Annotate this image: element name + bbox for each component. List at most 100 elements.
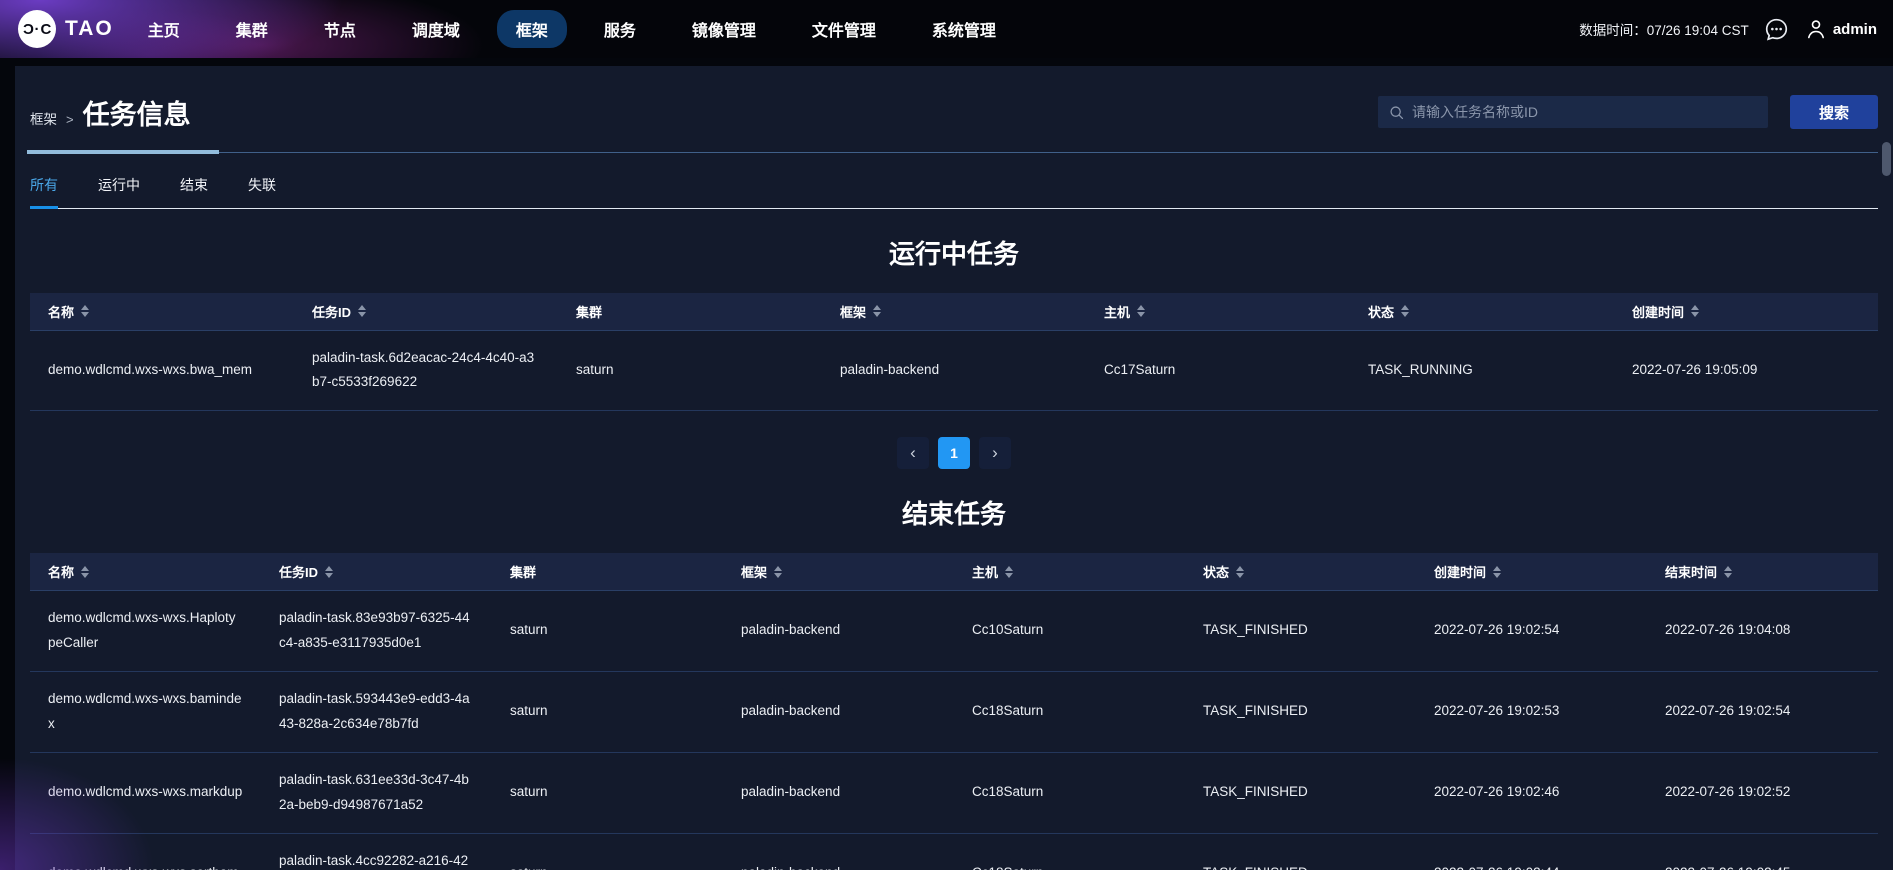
col-header-host[interactable]: 主机 (1086, 293, 1350, 330)
nav-item-file-mgmt[interactable]: 文件管理 (812, 17, 876, 41)
search-box (1378, 96, 1768, 128)
cell-cluster: saturn (558, 329, 822, 412)
sort-icon[interactable] (1691, 305, 1700, 318)
nav-item-node[interactable]: 节点 (324, 17, 356, 41)
cell-name: demo.wdlcmd.wxs-wxs.sortbam (30, 833, 261, 870)
cell-host: Cc17Saturn (1086, 329, 1350, 412)
sort-icon[interactable] (1137, 305, 1146, 318)
sort-icon[interactable] (1401, 305, 1410, 318)
col-header-name[interactable]: 名称 (30, 553, 261, 591)
search-button[interactable]: 搜索 (1790, 95, 1878, 129)
col-header-task-id[interactable]: 任务ID (294, 293, 558, 330)
cell-task-id: paladin-task.83e93b97-6325-44c4-a835-e31… (261, 589, 492, 672)
col-header-ended[interactable]: 结束时间 (1647, 553, 1878, 591)
cell-host: Cc18Saturn (954, 833, 1185, 870)
tab-running[interactable]: 运行中 (98, 169, 140, 208)
search-input[interactable] (1412, 104, 1758, 120)
nav-item-image-mgmt[interactable]: 镜像管理 (692, 17, 756, 41)
col-header-name[interactable]: 名称 (30, 293, 294, 330)
cell-created: 2022-07-26 19:02:46 (1416, 752, 1647, 834)
cell-cluster: saturn (492, 752, 723, 834)
sort-icon[interactable] (873, 305, 882, 318)
finished-tasks-title: 结束任务 (901, 499, 1006, 530)
data-time-label: 数据时间： (1579, 23, 1647, 38)
col-header-created[interactable]: 创建时间 (1416, 553, 1647, 591)
breadcrumb-separator: > (66, 112, 74, 127)
data-time: 数据时间：07/26 19:04 CST (1579, 19, 1749, 39)
sort-icon[interactable] (1724, 565, 1733, 578)
content-panel: 框架 > 任务信息 搜索 所有 运行中 结束 失联 运行中任务 (15, 66, 1893, 870)
main-nav: 主页 集群 节点 调度域 框架 服务 镜像管理 文件管理 系统管理 (148, 10, 996, 48)
col-header-created[interactable]: 创建时间 (1614, 293, 1878, 330)
cell-cluster: saturn (492, 833, 723, 870)
user-icon (1807, 20, 1824, 39)
title-underline-highlight (27, 150, 219, 154)
nav-item-cluster[interactable]: 集群 (236, 17, 268, 41)
nav-item-service[interactable]: 服务 (604, 17, 636, 41)
logo-text: TAO (65, 17, 114, 40)
cell-host: Cc18Saturn (954, 752, 1185, 834)
cell-status: TASK_RUNNING (1350, 329, 1614, 412)
col-header-framework[interactable]: 框架 (723, 553, 954, 591)
cell-created: 2022-07-26 19:02:54 (1416, 589, 1647, 672)
col-header-status[interactable]: 状态 (1350, 293, 1614, 330)
cell-name: demo.wdlcmd.wxs-wxs.markdup (30, 752, 261, 834)
search-area: 搜索 (1378, 95, 1878, 129)
table-row[interactable]: demo.wdlcmd.wxs-wxs.HaplotypeCaller pala… (30, 589, 1878, 672)
cell-ended: 2022-07-26 19:02:54 (1647, 671, 1878, 753)
table-row[interactable]: demo.wdlcmd.wxs-wxs.bamindex paladin-tas… (30, 671, 1878, 753)
cell-status: TASK_FINISHED (1185, 833, 1416, 870)
table-row[interactable]: demo.wdlcmd.wxs-wxs.sortbam paladin-task… (30, 833, 1878, 870)
sort-icon[interactable] (325, 565, 334, 578)
cell-name: demo.wdlcmd.wxs-wxs.bwa_mem (30, 329, 294, 412)
finished-tasks-table: 名称 任务ID 集群 框架 主机 状态 创建时间 结束时间 demo.wdlcm… (30, 553, 1878, 870)
cell-ended: 2022-07-26 19:02:45 (1647, 833, 1878, 870)
data-time-value: 07/26 19:04 CST (1646, 23, 1749, 38)
sort-icon[interactable] (774, 565, 783, 578)
nav-item-system-mgmt[interactable]: 系统管理 (932, 17, 996, 41)
breadcrumb-parent[interactable]: 框架 (30, 108, 57, 128)
tab-finished[interactable]: 结束 (180, 169, 208, 208)
cell-framework: paladin-backend (723, 833, 954, 870)
table-row[interactable]: demo.wdlcmd.wxs-wxs.bwa_mem paladin-task… (30, 329, 1878, 412)
cell-framework: paladin-backend (723, 752, 954, 834)
cell-name: demo.wdlcmd.wxs-wxs.bamindex (30, 671, 261, 753)
page-1-button[interactable]: 1 (938, 437, 970, 470)
sort-icon[interactable] (81, 305, 90, 318)
cell-created: 2022-07-26 19:02:53 (1416, 671, 1647, 753)
sort-icon[interactable] (81, 565, 90, 578)
cell-status: TASK_FINISHED (1185, 752, 1416, 834)
next-page-button[interactable]: › (979, 437, 1011, 470)
tab-all[interactable]: 所有 (30, 169, 58, 209)
tab-lost[interactable]: 失联 (248, 169, 276, 208)
sort-icon[interactable] (1005, 565, 1014, 578)
sort-icon[interactable] (1236, 565, 1245, 578)
cell-host: Cc10Saturn (954, 589, 1185, 672)
sort-icon[interactable] (358, 305, 367, 318)
col-header-task-id[interactable]: 任务ID (261, 553, 492, 591)
breadcrumb: 框架 > 任务信息 (30, 93, 191, 132)
nav-item-home[interactable]: 主页 (148, 17, 180, 41)
scrollbar-thumb[interactable] (1882, 142, 1891, 176)
col-header-framework[interactable]: 框架 (822, 293, 1086, 330)
running-table-header-row: 名称 任务ID 集群 框架 主机 状态 创建时间 (30, 293, 1878, 330)
cell-cluster: saturn (492, 589, 723, 672)
cell-task-id: paladin-task.631ee33d-3c47-4b2a-beb9-d94… (261, 752, 492, 834)
nav-item-framework[interactable]: 框架 (496, 10, 567, 48)
col-header-host[interactable]: 主机 (954, 553, 1185, 591)
running-tasks-section: 运行中任务 名称 任务ID 集群 框架 主机 状态 创建时间 demo.wdlc… (30, 234, 1878, 470)
running-tasks-title: 运行中任务 (888, 239, 1019, 269)
username: admin (1832, 20, 1877, 38)
prev-page-button[interactable]: ‹ (897, 437, 929, 470)
cell-status: TASK_FINISHED (1185, 671, 1416, 753)
running-tasks-table: 名称 任务ID 集群 框架 主机 状态 创建时间 demo.wdlcmd.wxs… (30, 293, 1878, 412)
nav-item-schedule-domain[interactable]: 调度域 (412, 17, 460, 41)
cell-framework: paladin-backend (723, 671, 954, 753)
app-logo[interactable]: C · C TAO (18, 10, 114, 48)
cell-ended: 2022-07-26 19:02:52 (1647, 752, 1878, 834)
message-icon[interactable] (1763, 16, 1790, 43)
table-row[interactable]: demo.wdlcmd.wxs-wxs.markdup paladin-task… (30, 752, 1878, 834)
user-menu[interactable]: admin (1804, 17, 1877, 41)
col-header-status[interactable]: 状态 (1185, 553, 1416, 591)
sort-icon[interactable] (1493, 565, 1502, 578)
